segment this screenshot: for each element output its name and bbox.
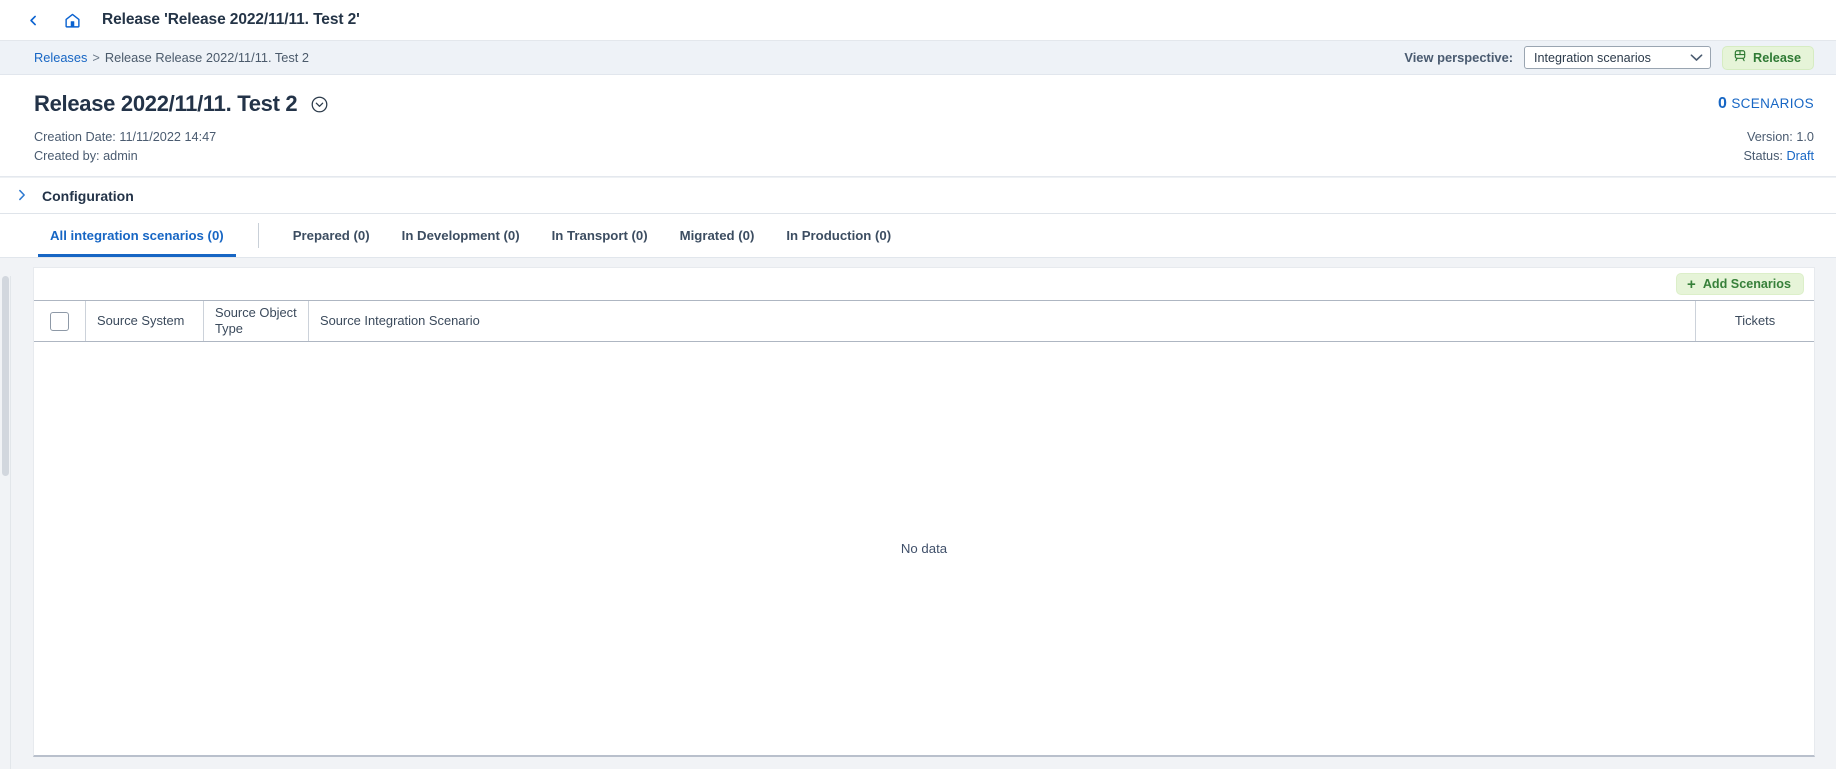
- table-body: No data: [34, 342, 1814, 755]
- status: Status: Draft: [1743, 149, 1814, 163]
- view-perspective-select[interactable]: Integration scenarios: [1524, 46, 1712, 69]
- column-source-object-type[interactable]: Source Object Type: [204, 301, 309, 341]
- column-header-label: Source System: [97, 312, 185, 328]
- tab-all-integration-scenarios[interactable]: All integration scenarios (0): [34, 214, 240, 257]
- app-bar-title: Release 'Release 2022/11/11. Test 2': [102, 11, 360, 28]
- version: Version: 1.0: [1746, 130, 1814, 144]
- scenarios-table: + Add Scenarios Source System Source Obj…: [33, 267, 1815, 757]
- release-button-label: Release: [1753, 50, 1801, 65]
- tab-label: In Production (0): [786, 228, 892, 243]
- tab-label: All integration scenarios (0): [50, 228, 224, 243]
- release-meta-right: Version: 1.0 Status: Draft: [1743, 130, 1814, 163]
- created-by: Created by: admin: [34, 149, 138, 163]
- chevron-down-icon: [1690, 52, 1703, 64]
- tab-divider: [257, 223, 259, 248]
- scenarios-table-area: + Add Scenarios Source System Source Obj…: [0, 258, 1836, 769]
- column-select-all: [34, 301, 86, 341]
- scenario-count-label: SCENARIOS: [1731, 96, 1814, 111]
- tab-prepared[interactable]: Prepared (0): [277, 214, 386, 257]
- release-meta-left: Creation Date: 11/11/2022 14:47 Created …: [34, 130, 216, 163]
- tab-migrated[interactable]: Migrated (0): [664, 214, 771, 257]
- app-bar: Release 'Release 2022/11/11. Test 2': [0, 0, 1836, 41]
- tab-label: In Transport (0): [551, 228, 648, 243]
- tab-label: Prepared (0): [292, 228, 370, 243]
- home-icon[interactable]: [59, 7, 85, 33]
- status-label: Status:: [1743, 149, 1783, 163]
- back-icon[interactable]: [20, 7, 46, 33]
- tab-in-development[interactable]: In Development (0): [386, 214, 536, 257]
- view-perspective-value: Integration scenarios: [1534, 50, 1651, 65]
- breadcrumb-actions: View perspective: Integration scenarios: [1404, 45, 1814, 70]
- release-detail-page: Release 'Release 2022/11/11. Test 2' Rel…: [0, 0, 1836, 769]
- scenario-count[interactable]: 0 SCENARIOS: [1718, 95, 1814, 113]
- tab-label: Migrated (0): [679, 228, 755, 243]
- scenario-tabs: All integration scenarios (0) Prepared (…: [0, 214, 1836, 258]
- plus-icon: +: [1687, 275, 1696, 293]
- breadcrumb-separator: >: [92, 50, 100, 65]
- column-tickets[interactable]: Tickets: [1696, 301, 1814, 341]
- title-left: Release 2022/11/11. Test 2: [34, 91, 329, 117]
- column-header-label: Tickets: [1734, 312, 1776, 328]
- breadcrumb-current: Release Release 2022/11/11. Test 2: [104, 50, 310, 65]
- breadcrumb-link-releases[interactable]: Releases: [34, 50, 87, 65]
- creation-date: Creation Date: 11/11/2022 14:47: [34, 130, 217, 144]
- status-badge[interactable]: Draft: [1787, 149, 1815, 163]
- add-scenarios-label: Add Scenarios: [1702, 277, 1791, 291]
- column-header-label: Source Object Type: [215, 304, 297, 336]
- release-header: Release 2022/11/11. Test 2 0 SCENARIOS C…: [0, 75, 1836, 177]
- select-all-checkbox[interactable]: [50, 311, 69, 331]
- view-perspective-label: View perspective:: [1404, 50, 1514, 65]
- release-meta: Creation Date: 11/11/2022 14:47 Created …: [34, 130, 1814, 163]
- empty-state-message: No data: [900, 541, 948, 556]
- column-header-label: Source Integration Scenario: [320, 312, 480, 328]
- scenario-count-value: 0: [1717, 95, 1728, 112]
- table-toolbar: + Add Scenarios: [34, 268, 1814, 301]
- title-row: Release 2022/11/11. Test 2 0 SCENARIOS: [34, 91, 1814, 117]
- tab-in-production[interactable]: In Production (0): [770, 214, 907, 257]
- page-scrollbar[interactable]: [0, 276, 11, 769]
- table-header-row: Source System Source Object Type Source …: [34, 301, 1814, 342]
- column-source-system[interactable]: Source System: [86, 301, 204, 341]
- configuration-label: Configuration: [42, 187, 134, 204]
- tab-in-transport[interactable]: In Transport (0): [536, 214, 664, 257]
- tab-label: In Development (0): [401, 228, 520, 243]
- breadcrumb-bar: Releases > Release Release 2022/11/11. T…: [0, 41, 1836, 75]
- add-scenarios-button[interactable]: + Add Scenarios: [1676, 273, 1804, 295]
- train-icon: [1733, 49, 1747, 66]
- page-scrollbar-thumb[interactable]: [2, 276, 9, 476]
- configuration-section-toggle[interactable]: Configuration: [0, 177, 1836, 214]
- chevron-right-icon: [14, 188, 30, 204]
- chevron-down-circle-icon[interactable]: [309, 94, 329, 114]
- column-source-integration-scenario[interactable]: Source Integration Scenario: [309, 301, 1696, 341]
- page-title: Release 2022/11/11. Test 2: [34, 91, 298, 116]
- release-button[interactable]: Release: [1722, 45, 1814, 70]
- breadcrumb: Releases > Release Release 2022/11/11. T…: [34, 50, 309, 65]
